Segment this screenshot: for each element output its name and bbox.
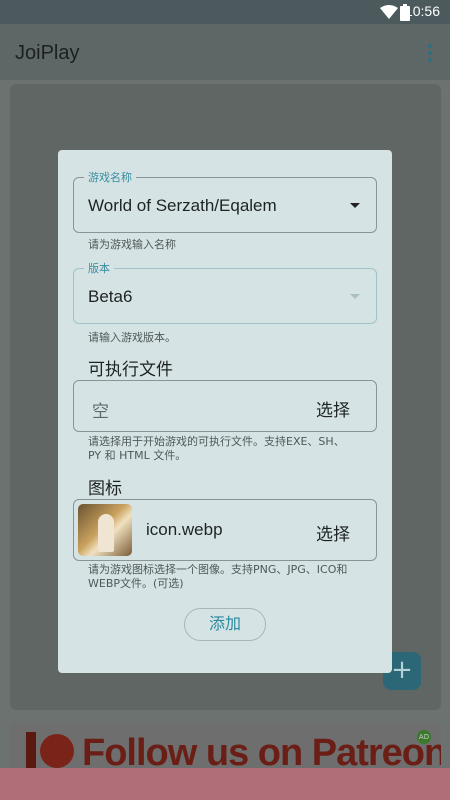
icon-helper-line1: 请为游戏图标选择一个图像。支持PNG、JPG、ICO和	[88, 563, 348, 576]
version-value: Beta6	[88, 287, 133, 306]
icon-picker[interactable]: icon.webp 选择	[73, 499, 377, 561]
app-title: JoiPlay	[15, 42, 80, 64]
executable-picker[interactable]: 空 选择	[73, 380, 377, 432]
status-bar: 10:56	[0, 0, 450, 24]
executable-title: 可执行文件	[88, 360, 173, 380]
executable-helper-line1: 请选择用于开始游戏的可执行文件。支持EXE、SH、	[88, 435, 345, 448]
icon-helper-line2: WEBP文件。(可选)	[88, 577, 184, 590]
dropdown-arrow-icon[interactable]	[350, 294, 360, 299]
icon-title: 图标	[88, 479, 122, 499]
game-name-helper: 请为游戏输入名称	[88, 238, 176, 251]
more-options-icon[interactable]	[428, 44, 432, 62]
game-name-label: 游戏名称	[84, 169, 136, 185]
icon-file-name: icon.webp	[146, 520, 223, 539]
add-game-dialog: 游戏名称 World of Serzath/Eqalem 请为游戏输入名称 版本…	[58, 150, 392, 673]
version-helper: 请输入游戏版本。	[88, 331, 176, 344]
executable-helper-line2: PY 和 HTML 文件。	[88, 449, 187, 462]
dropdown-arrow-icon[interactable]	[350, 203, 360, 208]
executable-select-button[interactable]: 选择	[316, 396, 350, 421]
app-bar: JoiPlay	[0, 24, 450, 80]
wifi-icon	[380, 5, 398, 19]
status-time: 10:56	[404, 3, 440, 19]
version-label: 版本	[84, 260, 114, 276]
ad-bottom-bar	[0, 768, 450, 800]
game-name-field[interactable]: 游戏名称 World of Serzath/Eqalem	[73, 169, 377, 233]
icon-select-button[interactable]: 选择	[316, 520, 350, 545]
game-name-value: World of Serzath/Eqalem	[88, 196, 277, 215]
game-icon-thumbnail	[78, 504, 132, 556]
executable-value: 空	[92, 402, 109, 422]
version-field[interactable]: 版本 Beta6	[73, 260, 377, 324]
add-button[interactable]: 添加	[184, 608, 266, 641]
ad-badge: AD	[417, 730, 431, 744]
